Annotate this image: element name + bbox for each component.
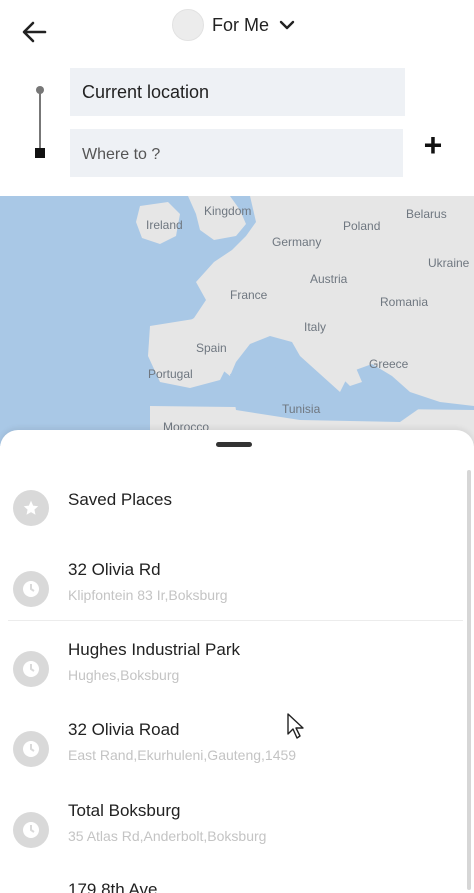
scrollbar[interactable] <box>467 470 471 890</box>
place-title: Hughes Industrial Park <box>68 640 240 659</box>
map-label: Poland <box>343 219 381 233</box>
place-subtitle: East Rand,Ekurhuleni,Gauteng,1459 <box>68 747 297 763</box>
map-label: Ireland <box>146 218 183 232</box>
rider-label: For Me <box>212 14 270 35</box>
route-connector <box>39 92 41 150</box>
arrow-left-icon <box>22 21 47 43</box>
mouse-cursor-icon <box>287 713 304 739</box>
map-landmass <box>136 196 474 446</box>
destination-square-icon <box>35 148 45 158</box>
add-stop-button[interactable]: + <box>418 127 448 163</box>
clock-icon <box>13 651 49 687</box>
map-label: Austria <box>310 272 348 286</box>
route-indicator <box>34 86 46 158</box>
map-label: Tunisia <box>282 402 321 416</box>
saved-places-label: Saved Places <box>68 490 172 509</box>
place-subtitle: 35 Atlas Rd,Anderbolt,Boksburg <box>68 828 267 844</box>
map-label: Romania <box>380 295 429 309</box>
place-title: Total Boksburg <box>68 801 181 820</box>
place-title: 32 Olivia Road <box>68 720 180 739</box>
map-label: Ukraine <box>428 256 470 270</box>
divider <box>8 620 463 621</box>
list-item[interactable]: 32 Olivia Road East Rand,Ekurhuleni,Gaut… <box>0 714 466 784</box>
map-label: Portugal <box>148 367 193 381</box>
list-item[interactable]: 32 Olivia Rd Klipfontein 83 Ir,Boksburg <box>0 554 466 624</box>
plus-icon: + <box>423 126 443 163</box>
list-item[interactable]: Hughes Industrial Park Hughes,Boksburg <box>0 634 466 704</box>
places-sheet: Saved Places 32 Olivia Rd Klipfontein 83… <box>0 430 474 893</box>
clock-icon <box>13 731 49 767</box>
star-icon <box>13 490 49 526</box>
map-label: Belarus <box>406 207 447 221</box>
place-subtitle: Klipfontein 83 Ir,Boksburg <box>68 587 228 603</box>
back-button[interactable] <box>14 12 54 52</box>
place-subtitle: Hughes,Boksburg <box>68 667 180 683</box>
map-view[interactable]: Kingdom Ireland Belarus Germany Poland U… <box>0 196 474 446</box>
map-label: Germany <box>272 235 322 249</box>
list-item[interactable]: Total Boksburg 35 Atlas Rd,Anderbolt,Bok… <box>0 795 466 865</box>
place-title: 179 8th Ave <box>68 880 158 893</box>
clock-icon <box>13 812 49 848</box>
map-label: Spain <box>196 341 227 355</box>
trip-header: For Me + <box>0 0 474 196</box>
chevron-down-icon <box>279 19 295 31</box>
destination-input[interactable] <box>70 129 403 177</box>
avatar <box>172 9 204 41</box>
drag-handle[interactable] <box>216 442 252 447</box>
map-label: Kingdom <box>204 204 252 218</box>
map-label: Greece <box>369 357 409 371</box>
rider-selector[interactable]: For Me <box>172 8 295 42</box>
place-title: 32 Olivia Rd <box>68 560 161 579</box>
pickup-input[interactable] <box>70 68 405 116</box>
map-label: France <box>230 288 268 302</box>
saved-places-row[interactable]: Saved Places <box>0 473 466 543</box>
map-label: Italy <box>304 320 327 334</box>
list-item[interactable]: 179 8th Ave <box>0 874 466 893</box>
clock-icon <box>13 571 49 607</box>
